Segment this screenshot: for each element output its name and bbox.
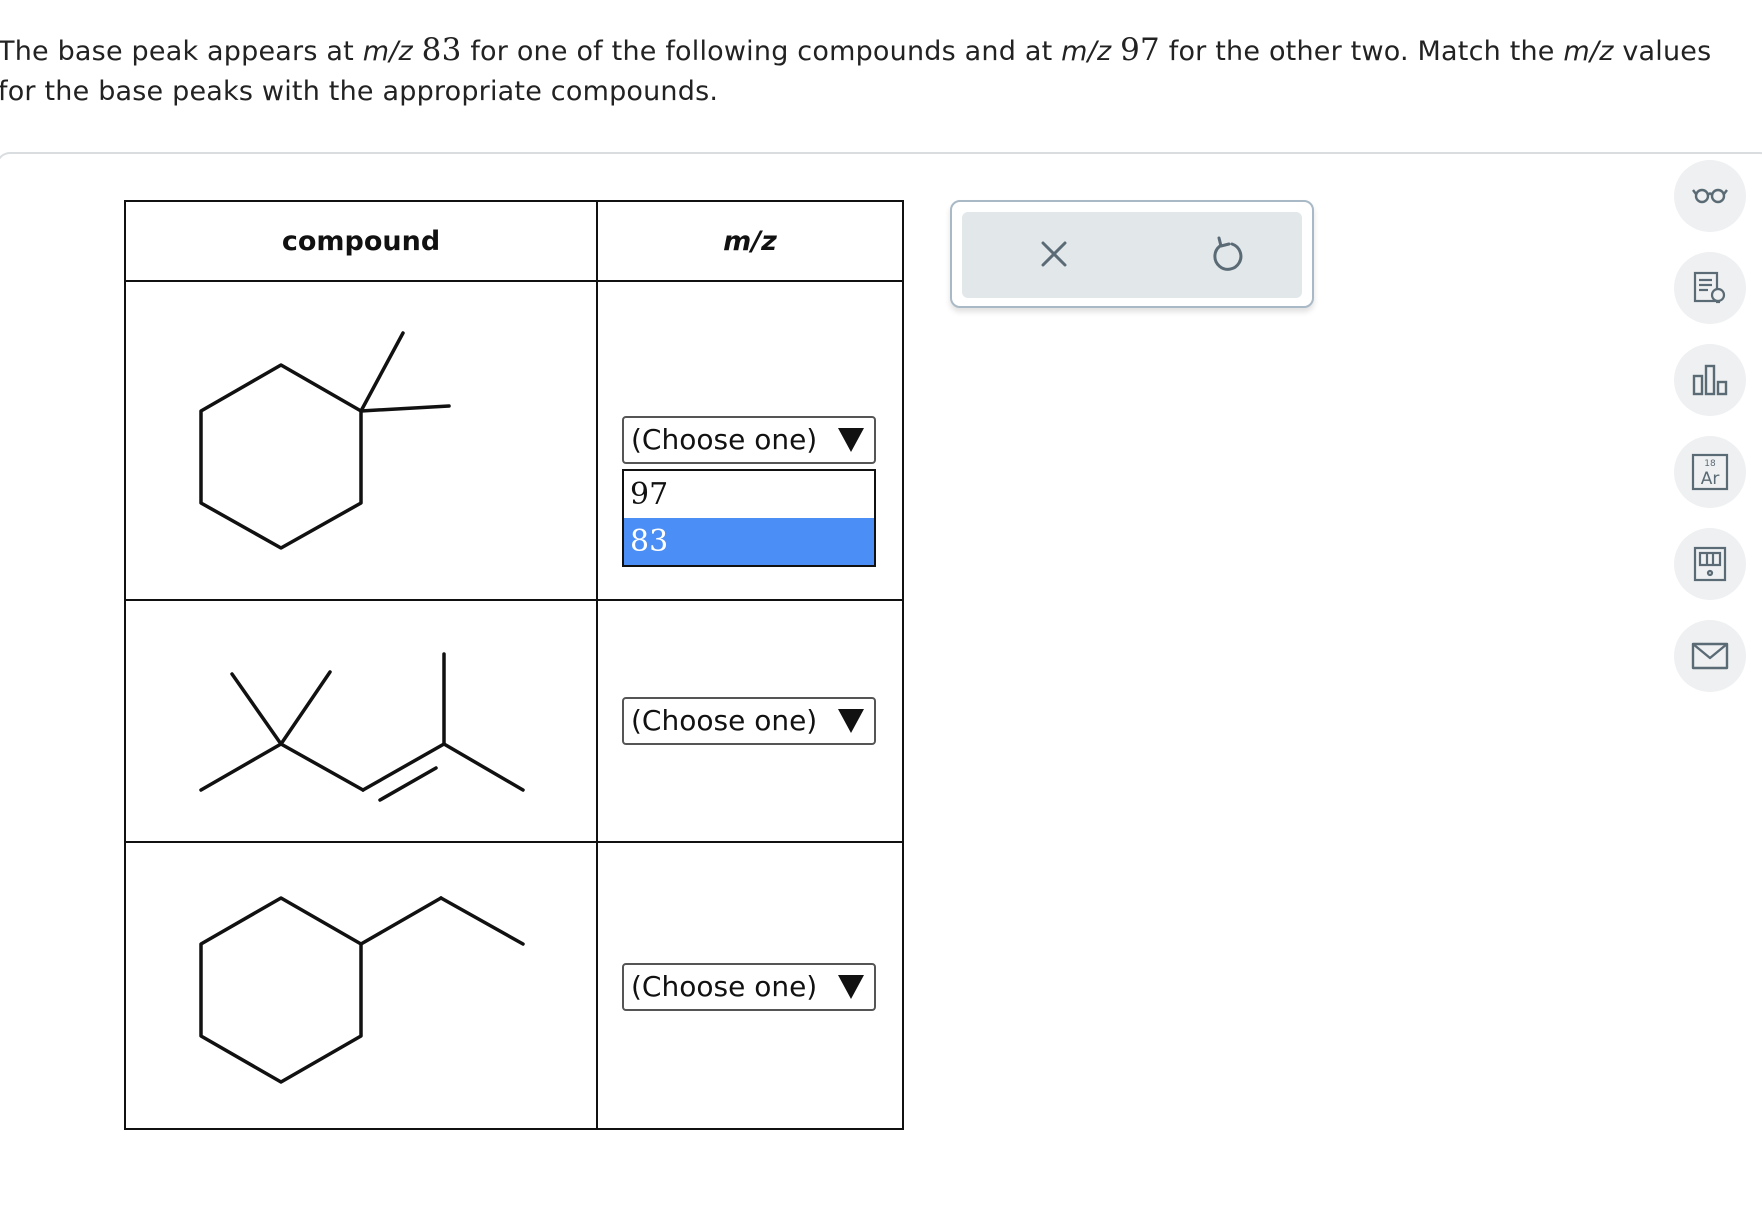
periodic-table-icon: 18 Ar bbox=[1691, 453, 1729, 491]
select-label: (Choose one) bbox=[631, 423, 818, 456]
select-label: (Choose one) bbox=[631, 970, 818, 1003]
data-chart-icon bbox=[1692, 364, 1728, 396]
prompt-text: for the other two. Match the bbox=[1159, 36, 1564, 67]
mail-icon bbox=[1691, 642, 1729, 670]
clear-button[interactable] bbox=[1026, 228, 1082, 284]
periodic-number: 18 bbox=[1704, 459, 1716, 469]
undo-button[interactable] bbox=[1198, 228, 1254, 284]
match-table: compound m/z (Choose one) 97 83 (Choose … bbox=[124, 200, 904, 1130]
header-mz: m/z bbox=[596, 200, 904, 282]
alkene-structure bbox=[199, 652, 525, 802]
table-header-row: compound m/z bbox=[124, 200, 904, 282]
periodic-symbol: Ar bbox=[1701, 469, 1720, 489]
prompt-text: The base peak appears at bbox=[0, 36, 363, 67]
compound-cell bbox=[124, 841, 598, 1130]
explanation-button[interactable] bbox=[1674, 252, 1746, 324]
glasses-icon bbox=[1692, 188, 1728, 204]
mz-cell: (Choose one) bbox=[596, 599, 904, 843]
calculator-button[interactable] bbox=[1674, 528, 1746, 600]
mz-select-1[interactable]: (Choose one) bbox=[622, 416, 876, 464]
prompt-line-1: The base peak appears at m/z 83 for one … bbox=[0, 30, 1762, 72]
close-icon bbox=[1041, 241, 1067, 267]
table-row: (Choose one) bbox=[124, 599, 904, 843]
mail-button[interactable] bbox=[1674, 620, 1746, 692]
propylcyclohexane-structure bbox=[199, 896, 525, 1084]
data-button[interactable] bbox=[1674, 344, 1746, 416]
mz-select-3[interactable]: (Choose one) bbox=[622, 963, 876, 1011]
periodic-table-button[interactable]: 18 Ar bbox=[1674, 436, 1746, 508]
mz-value-83: 83 bbox=[421, 32, 462, 68]
glasses-button[interactable] bbox=[1674, 160, 1746, 232]
tert-butylcyclohexane-structure bbox=[199, 331, 451, 550]
compound-cell bbox=[124, 280, 598, 601]
select-label: (Choose one) bbox=[631, 704, 818, 737]
compound-cell bbox=[124, 599, 598, 843]
mz-cell: (Choose one) bbox=[596, 841, 904, 1130]
dropdown-arrow-icon bbox=[838, 709, 864, 733]
mz-label: m/z bbox=[362, 36, 413, 67]
prompt-line-2: for the base peaks with the appropriate … bbox=[0, 76, 719, 107]
prompt-text: values bbox=[1613, 36, 1712, 67]
table-row: (Choose one) bbox=[124, 841, 904, 1130]
toolbox-inner bbox=[962, 212, 1302, 298]
explanation-icon bbox=[1693, 271, 1726, 304]
dropdown-arrow-icon bbox=[838, 428, 864, 452]
dropdown-listbox: 97 83 bbox=[622, 469, 876, 567]
undo-icon bbox=[1213, 236, 1243, 271]
mz-cell: (Choose one) 97 83 bbox=[596, 280, 904, 601]
table-row: (Choose one) 97 83 bbox=[124, 280, 904, 601]
option-83[interactable]: 83 bbox=[624, 518, 874, 565]
question-prompt: The base peak appears at m/z 83 for one … bbox=[0, 30, 1762, 112]
mz-label: m/z bbox=[1563, 36, 1614, 67]
mz-value-97: 97 bbox=[1120, 32, 1160, 68]
dropdown-arrow-icon bbox=[838, 975, 864, 999]
mz-label: m/z bbox=[1061, 36, 1112, 67]
header-compound: compound bbox=[124, 200, 598, 282]
calculator-icon bbox=[1693, 546, 1727, 582]
mz-select-2[interactable]: (Choose one) bbox=[622, 697, 876, 745]
prompt-text: for one of the following compounds and a… bbox=[461, 36, 1062, 67]
option-97[interactable]: 97 bbox=[624, 471, 874, 518]
answer-toolbox bbox=[950, 200, 1314, 308]
